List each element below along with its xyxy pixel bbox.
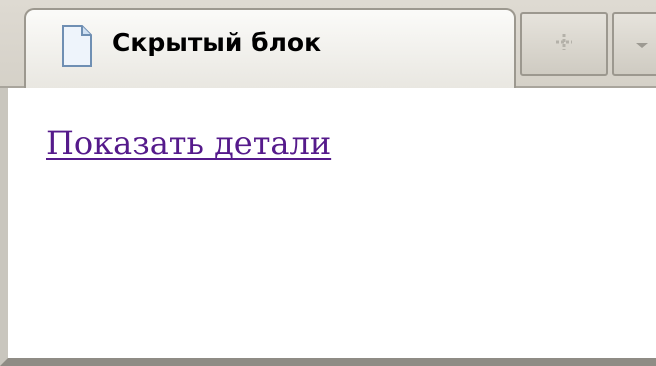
tab-title: Скрытый блок bbox=[112, 28, 322, 57]
browser-window: Скрытый блок Показать детали bbox=[0, 0, 656, 366]
document-icon bbox=[60, 24, 94, 68]
new-tab-button[interactable] bbox=[520, 12, 608, 76]
show-details-link[interactable]: Показать детали bbox=[46, 124, 331, 162]
tab-menu-button[interactable] bbox=[612, 12, 656, 76]
chevron-down-icon bbox=[634, 35, 650, 54]
tab-hidden-block[interactable]: Скрытый блок bbox=[24, 8, 516, 88]
tab-strip: Скрытый блок bbox=[0, 0, 656, 88]
plus-icon bbox=[553, 31, 575, 57]
page-content: Показать детали bbox=[0, 88, 656, 366]
